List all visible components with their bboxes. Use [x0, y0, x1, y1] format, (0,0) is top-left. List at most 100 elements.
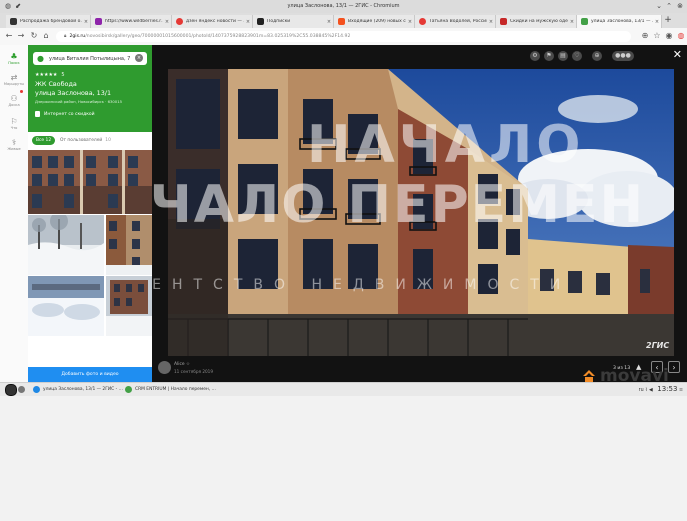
tool-icon[interactable]: ⚙: [530, 51, 540, 61]
maximize-icon[interactable]: ⌃: [665, 2, 673, 10]
discount-link[interactable]: Интернет со скидкой: [35, 111, 95, 117]
extension-icon[interactable]: ◍: [676, 31, 686, 41]
taskbar-task[interactable]: CRM ENTRIUM | Начало перемен, …: [125, 385, 216, 394]
start-menu-icon[interactable]: [5, 384, 17, 396]
rail-label: Поиск: [8, 61, 20, 65]
filter-all-count: 12: [45, 138, 52, 143]
tab-label: улица Заслонова, 13/1 — …: [591, 19, 653, 24]
discount-label: Интернет со скидкой: [44, 111, 95, 117]
system-tray: ru ⌇ ◀ 13:53 ≡: [639, 385, 683, 393]
tab-label: https://www.wildberries.r…: [105, 19, 163, 24]
tab-8-active[interactable]: улица Заслонова, 13/1 — … ×: [577, 15, 662, 28]
favicon: [581, 18, 588, 25]
rating-count: 5: [61, 72, 65, 78]
org-name[interactable]: ЖК Свобода: [35, 80, 77, 88]
photo-thumbnail[interactable]: [28, 150, 152, 214]
rating: ★★★★★ 5: [35, 72, 65, 78]
photo-thumbnail[interactable]: [28, 276, 104, 336]
tab-close-icon[interactable]: ×: [325, 19, 333, 25]
place-panel: ● улица Виталия Потылицына, 7 × ★★★★★ 5 Ж…: [28, 45, 152, 382]
favicon: [176, 18, 183, 25]
menu-icon[interactable]: ≡: [679, 388, 683, 393]
tab-1[interactable]: Распродажа брендовой о… ×: [6, 15, 91, 28]
tab-label: дзен яндекс новости — …: [186, 19, 244, 24]
tool-icon[interactable]: ⊕: [592, 51, 602, 61]
people-icon: ⚇: [10, 94, 18, 103]
next-photo-button[interactable]: ›: [668, 361, 680, 373]
routes-icon: ⇄: [10, 73, 18, 82]
author-avatar: [158, 361, 171, 374]
tab-3[interactable]: дзен яндекс новости — … ×: [172, 15, 253, 28]
filter-all-chip[interactable]: Все 12: [32, 136, 56, 145]
org-district: Дзержинский район, Новосибирск · 630015: [35, 99, 123, 104]
network-icon[interactable]: ⌇ ◀: [645, 388, 653, 393]
tool-icon[interactable]: ▤: [558, 51, 568, 61]
close-icon[interactable]: ✕: [673, 49, 682, 61]
photo-thumbnail[interactable]: [28, 215, 104, 275]
favicon: [338, 18, 345, 25]
close-window-icon[interactable]: ⊗: [676, 2, 684, 10]
rail-what[interactable]: ⚐ Что: [0, 117, 28, 130]
keyboard-layout[interactable]: ru: [639, 388, 644, 393]
tab-close-icon[interactable]: ×: [653, 19, 661, 25]
task-label: CRM ENTRIUM | Начало перемен, …: [135, 387, 216, 392]
tab-7[interactable]: Скидки на мужскую одеж… ×: [496, 15, 577, 28]
tab-close-icon[interactable]: ×: [406, 19, 414, 25]
home-icon[interactable]: ⌂: [41, 31, 51, 41]
rail-search[interactable]: ♣ Поиск: [0, 52, 28, 65]
photo-thumbnail[interactable]: [106, 215, 152, 275]
tab-6[interactable]: Татьяна Водолей, Россия, … ×: [415, 15, 496, 28]
back-icon[interactable]: ←: [4, 31, 14, 41]
more-button[interactable]: ●●●: [612, 51, 634, 61]
new-tab-button[interactable]: +: [663, 15, 673, 26]
tool-icon[interactable]: ♡: [572, 51, 582, 61]
reload-icon[interactable]: ↻: [29, 31, 39, 41]
movavi-logo-icon: [583, 370, 595, 382]
rail-label: Доска: [8, 103, 20, 107]
window-titlebar: ◍ ⬋ улица Заслонова, 13/1 — 2ГИС - Chrom…: [0, 0, 687, 14]
photo-filter-row: Все 12 От пользователей 10: [28, 132, 152, 150]
tab-close-icon[interactable]: ×: [82, 19, 90, 25]
tab-4[interactable]: Подписки ×: [253, 15, 334, 28]
filter-users-chip[interactable]: От пользователей 10: [60, 136, 111, 145]
profile-icon[interactable]: ◉: [664, 31, 674, 41]
url-host: 2gis.ru: [69, 34, 86, 39]
tab-5[interactable]: Входящие (209) новых со… ×: [334, 15, 415, 28]
tab-2[interactable]: https://www.wildberries.r… ×: [91, 15, 172, 28]
os-taskbar: улица Заслонова, 13/1 — 2ГИС - … CRM ENT…: [0, 382, 687, 396]
zoom-icon[interactable]: ⊕: [640, 31, 650, 41]
taskbar-task[interactable]: улица Заслонова, 13/1 — 2ГИС - …: [33, 385, 123, 394]
tab-close-icon[interactable]: ×: [244, 19, 252, 25]
tab-label: Татьяна Водолей, Россия, …: [429, 19, 487, 24]
filter-all-label: Все: [36, 138, 45, 143]
tab-label: Распродажа брендовой о…: [20, 19, 82, 24]
tool-icon[interactable]: ⚑: [544, 51, 554, 61]
bookmark-star-icon[interactable]: ☆: [652, 31, 662, 41]
tab-label: Скидки на мужскую одеж…: [510, 19, 568, 24]
task-label: улица Заслонова, 13/1 — 2ГИС - …: [43, 387, 124, 392]
favicon: [419, 18, 426, 25]
tab-close-icon[interactable]: ×: [163, 19, 171, 25]
clear-search-icon[interactable]: ×: [135, 54, 143, 62]
launcher-icon[interactable]: [18, 386, 25, 393]
search-input[interactable]: ● улица Виталия Потылицына, 7 ×: [33, 52, 147, 65]
minimize-icon[interactable]: ⌄: [655, 2, 663, 10]
facade-photo: [106, 215, 152, 275]
rail-board[interactable]: ⚇ Доска: [0, 94, 28, 107]
chromium-icon: [33, 386, 40, 393]
favicon: [95, 18, 102, 25]
address-bar[interactable]: 🔒︎ 2gis.ru/novosibirsk/gallery/geo/700000…: [56, 31, 631, 42]
watermark-line-1: НАЧАЛО: [307, 115, 585, 175]
forward-icon[interactable]: →: [16, 31, 26, 41]
add-photo-button[interactable]: Добавить фото и видео: [28, 367, 152, 382]
favicon: [10, 18, 17, 25]
photo-thumbnail[interactable]: [106, 276, 152, 336]
photo-author[interactable]: Alice ☆: [174, 362, 190, 367]
rail-live[interactable]: ⚕ Живые: [0, 138, 28, 151]
tab-close-icon[interactable]: ×: [487, 19, 495, 25]
photo-viewer: НАЧАЛО НАЧАЛО ПЕРЕМЕН АГЕНТСТВО НЕДВИЖИМ…: [152, 45, 687, 382]
building-photo: [28, 150, 152, 214]
clock[interactable]: 13:53: [657, 385, 677, 393]
tab-close-icon[interactable]: ×: [568, 19, 576, 25]
rail-routes[interactable]: ⇄ Маршруты: [0, 73, 28, 86]
